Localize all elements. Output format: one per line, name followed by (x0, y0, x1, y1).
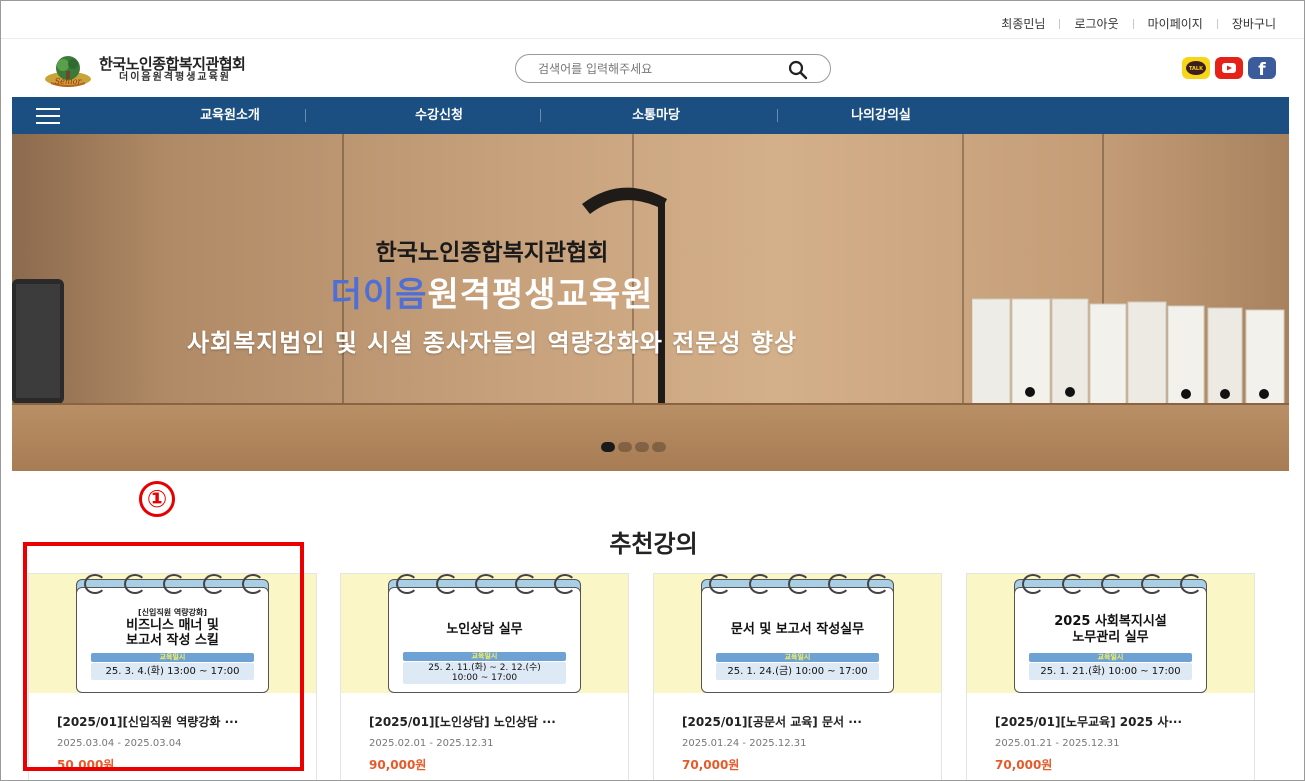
calendar-rings-icon (84, 574, 264, 596)
page: 최종민님 로그아웃 마이페이지 장바구니 Senior 한국노인종합복지관협회 (0, 0, 1305, 781)
schedule-label: 교육일시 (91, 653, 254, 662)
facebook-label: f (1258, 60, 1266, 77)
course-card[interactable]: [신입직원 역량강화] 비즈니스 매너 및 보고서 작성 스킬 교육일시 25.… (28, 573, 317, 780)
course-price: 70,000원 (682, 758, 740, 772)
user-name-link[interactable]: 최종민님 (1001, 15, 1045, 32)
schedule-label: 교육일시 (1029, 653, 1192, 662)
logo-title: 한국노인종합복지관협회 (99, 54, 246, 73)
schedule-line-2: 10:00 ~ 17:00 (451, 673, 518, 683)
hero-subtitle: 더이음원격평생교육원 (12, 267, 972, 316)
logo-emblem-text: Senior (55, 77, 83, 86)
carousel-dot-3[interactable] (635, 442, 649, 452)
site-logo[interactable]: Senior 한국노인종합복지관협회 더이음원격평생교육원 (43, 53, 246, 87)
calendar-rings-icon (709, 574, 889, 596)
util-bar: 최종민님 로그아웃 마이페이지 장바구니 (1, 1, 1304, 39)
nav-item-intro[interactable]: 교육원소개 (112, 97, 348, 134)
course-title[interactable]: [2025/01][노무교육] 2025 사··· (995, 713, 1235, 730)
schedule-text: 25. 1. 21.(화) 10:00 ~ 17:00 (1029, 663, 1192, 680)
facebook-icon[interactable]: f (1248, 57, 1276, 79)
social-links: TALK f (1182, 57, 1276, 79)
logout-link[interactable]: 로그아웃 (1074, 15, 1118, 32)
course-price: 70,000원 (995, 758, 1053, 772)
hero-subtitle-rest: 원격평생교육원 (427, 275, 654, 315)
course-price: 90,000원 (369, 758, 427, 772)
hero-shelf (12, 403, 1289, 471)
recommended-courses-title: 추천강의 (609, 530, 698, 558)
course-title[interactable]: [2025/01][공문서 교육] 문서 ··· (682, 713, 922, 730)
course-date: 2025.02.01 - 2025.12.31 (369, 738, 494, 749)
hero-description: 사회복지법인 및 시설 종사자들의 역량강화와 전문성 향상 (186, 329, 798, 357)
schedule-label: 교육일시 (716, 653, 879, 662)
carousel-dots (601, 442, 666, 452)
schedule-text: 25. 2. 11.(화) ~ 2. 12.(수) 10:00 ~ 17:00 (403, 662, 566, 684)
schedule-line-1: 25. 2. 11.(화) ~ 2. 12.(수) (428, 663, 541, 673)
header: Senior 한국노인종합복지관협회 더이음원격평생교육원 TALK f (1, 40, 1304, 96)
course-thumbnail: 문서 및 보고서 작성실무 교육일시 25. 1. 24.(금) 10:00 ~… (654, 574, 941, 693)
course-thumbnail: 노인상담 실무 교육일시 25. 2. 11.(화) ~ 2. 12.(수) 1… (341, 574, 628, 693)
calendar-rings-icon (396, 574, 576, 596)
thumb-main: 노무관리 실무 (1072, 630, 1149, 645)
search-input[interactable] (538, 60, 778, 78)
course-card[interactable]: 노인상담 실무 교육일시 25. 2. 11.(화) ~ 2. 12.(수) 1… (340, 573, 629, 780)
course-thumbnail: 2025 사회복지시설 노무관리 실무 교육일시 25. 1. 21.(화) 1… (967, 574, 1254, 693)
schedule-label: 교육일시 (403, 652, 566, 661)
hero-banner[interactable]: 한국노인종합복지관협회 더이음원격평생교육원 사회복지법인 및 시설 종사자들의… (12, 134, 1289, 471)
course-title[interactable]: [2025/01][노인상담] 노인상담 ··· (369, 713, 609, 730)
search-icon[interactable] (788, 60, 808, 80)
youtube-icon[interactable] (1215, 57, 1243, 79)
course-date: 2025.01.21 - 2025.12.31 (995, 738, 1120, 749)
thumb-pre: [신입직원 역량강화] (138, 608, 207, 617)
course-thumbnail: [신입직원 역량강화] 비즈니스 매너 및 보고서 작성 스킬 교육일시 25.… (29, 574, 316, 693)
nav-item-registration[interactable]: 수강신청 (321, 97, 557, 134)
course-title[interactable]: [2025/01][신입직원 역량강화 ··· (57, 713, 297, 730)
course-date: 2025.01.24 - 2025.12.31 (682, 738, 807, 749)
nav-item-community[interactable]: 소통마당 (538, 97, 774, 134)
thumb-main: 문서 및 보고서 작성실무 (730, 622, 865, 637)
course-date: 2025.03.04 - 2025.03.04 (57, 738, 182, 749)
mypage-link[interactable]: 마이페이지 (1148, 15, 1203, 32)
carousel-dot-2[interactable] (618, 442, 632, 452)
annotation-number-badge: ① (139, 481, 175, 517)
hero-subtitle-accent: 더이음 (330, 275, 428, 315)
cart-link[interactable]: 장바구니 (1232, 15, 1276, 32)
schedule-text: 25. 1. 24.(금) 10:00 ~ 17:00 (716, 663, 879, 680)
kakao-talk-icon[interactable]: TALK (1182, 57, 1210, 79)
logo-emblem-icon: Senior (43, 53, 93, 87)
schedule-text: 25. 3. 4.(화) 13:00 ~ 17:00 (91, 663, 254, 680)
thumb-main: 비즈니스 매너 및 (126, 618, 219, 633)
search-box (515, 54, 831, 83)
hero-title: 한국노인종합복지관협회 (375, 240, 609, 266)
kakao-talk-label: TALK (1189, 66, 1204, 72)
carousel-dot-1[interactable] (601, 442, 615, 452)
thumb-main: 노인상담 실무 (446, 622, 523, 637)
carousel-dot-4[interactable] (652, 442, 666, 452)
nav-item-my-classroom[interactable]: 나의강의실 (763, 97, 999, 134)
thumb-main: 2025 사회복지시설 (1054, 614, 1167, 629)
course-card[interactable]: 문서 및 보고서 작성실무 교육일시 25. 1. 24.(금) 10:00 ~… (653, 573, 942, 780)
course-price: 50,000원 (57, 758, 115, 772)
thumb-main: 보고서 작성 스킬 (126, 633, 219, 648)
calendar-rings-icon (1022, 574, 1202, 596)
logo-subtitle: 더이음원격평생교육원 (119, 71, 231, 83)
menu-hamburger-icon[interactable] (36, 108, 60, 124)
course-card[interactable]: 2025 사회복지시설 노무관리 실무 교육일시 25. 1. 21.(화) 1… (966, 573, 1255, 780)
main-nav: 교육원소개 수강신청 소통마당 나의강의실 (12, 97, 1289, 134)
